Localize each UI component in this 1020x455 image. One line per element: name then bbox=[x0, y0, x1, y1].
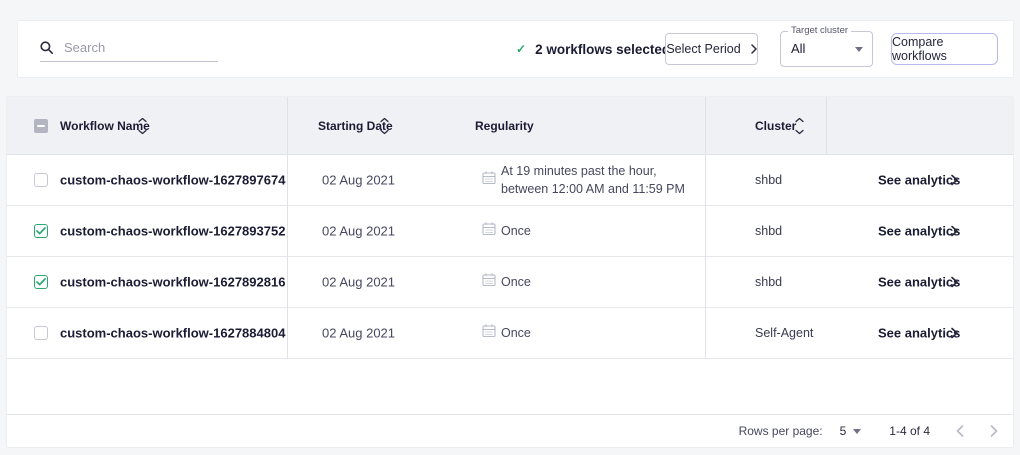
see-analytics-link[interactable]: See analytics bbox=[878, 326, 960, 341]
regularity-text: Once bbox=[501, 257, 531, 308]
check-icon bbox=[36, 278, 46, 286]
workflow-name: custom-chaos-workflow-1627892816 bbox=[60, 275, 285, 290]
chevron-right-icon[interactable] bbox=[951, 277, 958, 288]
check-icon bbox=[36, 227, 46, 235]
column-header-cluster: Cluster bbox=[755, 119, 796, 133]
previous-page-button[interactable] bbox=[956, 425, 964, 437]
toolbar-card: ✓ 2 workflows selected Select Period Tar… bbox=[18, 21, 1013, 77]
caret-down-icon bbox=[855, 47, 863, 52]
sort-desc-icon bbox=[380, 129, 389, 134]
sort-workflow-name[interactable] bbox=[138, 117, 147, 134]
workflow-name: custom-chaos-workflow-1627897674 bbox=[60, 173, 285, 188]
cluster-name: shbd bbox=[755, 173, 782, 187]
row-checkbox[interactable] bbox=[34, 173, 48, 187]
sort-starting-date[interactable] bbox=[380, 117, 389, 134]
starting-date: 02 Aug 2021 bbox=[322, 326, 395, 341]
regularity-text: Once bbox=[501, 206, 531, 257]
table-row[interactable]: custom-chaos-workflow-1627884804 02 Aug … bbox=[7, 308, 1013, 359]
table-header: Workflow Name Starting Date Regularity C… bbox=[7, 97, 1013, 155]
select-period-button[interactable]: Select Period bbox=[665, 33, 758, 65]
see-analytics-link[interactable]: See analytics bbox=[878, 224, 960, 239]
sort-asc-icon bbox=[138, 117, 147, 122]
search-input[interactable] bbox=[40, 34, 218, 62]
column-header-regularity: Regularity bbox=[475, 119, 534, 133]
cluster-name: shbd bbox=[755, 275, 782, 289]
column-header-workflow-name: Workflow Name bbox=[60, 119, 150, 133]
chevron-right-icon[interactable] bbox=[951, 226, 958, 237]
target-cluster-label: Target cluster bbox=[788, 25, 851, 36]
row-checkbox[interactable] bbox=[34, 275, 48, 289]
sort-asc-icon bbox=[795, 117, 804, 122]
pagination-bar: Rows per page: 5 1-4 of 4 bbox=[7, 414, 1013, 447]
workflow-name: custom-chaos-workflow-1627884804 bbox=[60, 326, 285, 341]
regularity-text: Once bbox=[501, 308, 531, 359]
table-row[interactable]: custom-chaos-workflow-1627893752 02 Aug … bbox=[7, 206, 1013, 257]
regularity-text: At 19 minutes past the hour, between 12:… bbox=[501, 155, 685, 206]
starting-date: 02 Aug 2021 bbox=[322, 173, 395, 188]
search-icon bbox=[40, 41, 53, 54]
table-row[interactable]: custom-chaos-workflow-1627892816 02 Aug … bbox=[7, 257, 1013, 308]
compare-workflows-label: Compare workflows bbox=[892, 35, 997, 63]
table-row[interactable]: custom-chaos-workflow-1627897674 02 Aug … bbox=[7, 155, 1013, 206]
calendar-icon bbox=[482, 171, 496, 190]
select-all-checkbox[interactable] bbox=[34, 119, 48, 133]
row-checkbox[interactable] bbox=[34, 326, 48, 340]
caret-down-icon bbox=[853, 429, 861, 434]
compare-workflows-button[interactable]: Compare workflows bbox=[891, 33, 998, 65]
starting-date: 02 Aug 2021 bbox=[322, 275, 395, 290]
pagination-range: 1-4 of 4 bbox=[889, 424, 930, 438]
chevron-right-icon[interactable] bbox=[951, 328, 958, 339]
sort-cluster[interactable] bbox=[795, 117, 804, 134]
check-icon: ✓ bbox=[516, 42, 526, 56]
starting-date: 02 Aug 2021 bbox=[322, 224, 395, 239]
selection-status-text: 2 workflows selected bbox=[535, 42, 670, 57]
table-empty-area bbox=[7, 359, 1013, 412]
target-cluster-select[interactable]: Target cluster All bbox=[780, 31, 873, 67]
sort-desc-icon bbox=[138, 129, 147, 134]
calendar-icon bbox=[482, 273, 496, 292]
rows-per-page-select[interactable]: 5 bbox=[840, 424, 862, 438]
chevron-right-icon bbox=[990, 425, 998, 437]
see-analytics-link[interactable]: See analytics bbox=[878, 275, 960, 290]
rows-per-page-label: Rows per page: bbox=[739, 424, 823, 438]
row-checkbox[interactable] bbox=[34, 224, 48, 238]
chevron-right-icon[interactable] bbox=[951, 175, 958, 186]
column-divider bbox=[826, 97, 827, 155]
cluster-name: Self-Agent bbox=[755, 326, 813, 340]
calendar-icon bbox=[482, 324, 496, 343]
chevron-left-icon bbox=[956, 425, 964, 437]
sort-desc-icon bbox=[795, 129, 804, 134]
chevron-right-icon bbox=[751, 44, 757, 54]
select-period-label: Select Period bbox=[666, 42, 740, 56]
sort-asc-icon bbox=[380, 117, 389, 122]
next-page-button[interactable] bbox=[990, 425, 998, 437]
column-divider bbox=[705, 97, 706, 359]
column-divider bbox=[287, 97, 288, 359]
rows-per-page-value: 5 bbox=[840, 424, 847, 438]
workflow-name: custom-chaos-workflow-1627893752 bbox=[60, 224, 285, 239]
cluster-name: shbd bbox=[755, 224, 782, 238]
workflows-table: Workflow Name Starting Date Regularity C… bbox=[7, 97, 1013, 447]
selection-status: ✓ 2 workflows selected bbox=[516, 21, 670, 77]
target-cluster-value: All bbox=[791, 41, 805, 56]
see-analytics-link[interactable]: See analytics bbox=[878, 173, 960, 188]
search-field bbox=[40, 34, 218, 62]
calendar-icon bbox=[482, 222, 496, 241]
